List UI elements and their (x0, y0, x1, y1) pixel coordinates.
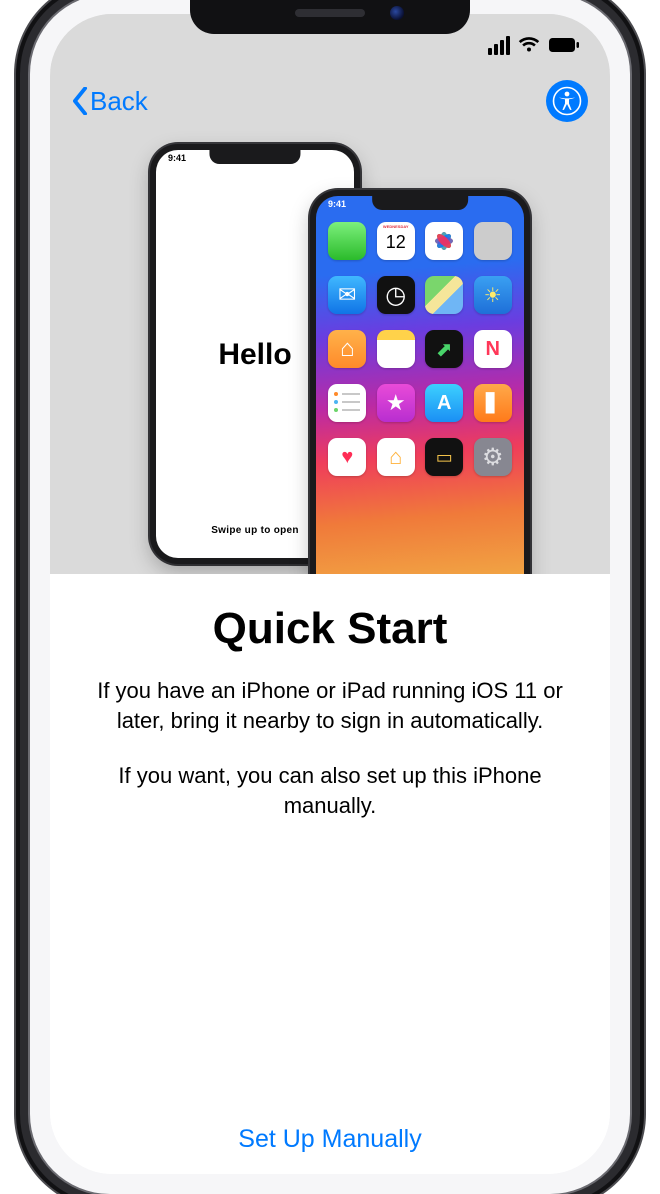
app-maps-icon (425, 276, 463, 314)
cellular-signal-icon (488, 36, 510, 55)
app-reminders-icon (328, 384, 366, 422)
app-wallet-icon (425, 438, 463, 476)
illustration-right-time: 9:41 (328, 199, 346, 209)
hero-area: Back 9:41 Hello Sw (50, 14, 610, 574)
illustration-left-time: 9:41 (168, 153, 186, 163)
quick-start-illustration: 9:41 Hello Swipe up to open 9:41 (50, 124, 610, 554)
app-camera-icon (474, 222, 512, 260)
back-button[interactable]: Back (72, 86, 148, 117)
device-speaker (295, 9, 365, 17)
app-home-icon (328, 330, 366, 368)
back-label: Back (90, 86, 148, 117)
chevron-left-icon (72, 87, 88, 115)
device-frame: Back 9:41 Hello Sw (30, 0, 630, 1194)
device-front-camera (390, 6, 404, 20)
wifi-icon (518, 37, 540, 53)
app-itunes-icon (377, 384, 415, 422)
app-photos-icon (425, 222, 463, 260)
body-text-1: If you have an iPhone or iPad running iO… (90, 676, 570, 735)
device-notch (190, 0, 470, 34)
app-stocks-icon (425, 330, 463, 368)
battery-icon (548, 37, 580, 53)
app-health-icon (328, 438, 366, 476)
device-volume-up (20, 240, 26, 316)
illustration-existing-iphone: 9:41 (310, 190, 530, 630)
content-panel: Quick Start If you have an iPhone or iPa… (50, 574, 610, 1174)
app-clock-icon (377, 276, 415, 314)
accessibility-icon (552, 86, 582, 116)
screen: Back 9:41 Hello Sw (50, 14, 610, 1174)
device-mute-switch (20, 170, 26, 210)
app-homekit-icon (377, 438, 415, 476)
app-news-icon (474, 330, 512, 368)
set-up-manually-button[interactable]: Set Up Manually (50, 1125, 610, 1154)
app-notes-icon (377, 330, 415, 368)
app-weather-icon (474, 276, 512, 314)
body-text-2: If you want, you can also set up this iP… (90, 761, 570, 820)
device-volume-down (20, 330, 26, 406)
app-settings-icon (474, 438, 512, 476)
page-title: Quick Start (90, 604, 570, 654)
app-mail-icon (328, 276, 366, 314)
device-power-button (634, 260, 640, 380)
app-appstore-icon (425, 384, 463, 422)
nav-bar: Back (50, 70, 610, 124)
illustration-app-grid (326, 222, 514, 486)
app-calendar-icon (377, 222, 415, 260)
app-facetime-icon (328, 222, 366, 260)
app-books-icon (474, 384, 512, 422)
accessibility-button[interactable] (546, 80, 588, 122)
